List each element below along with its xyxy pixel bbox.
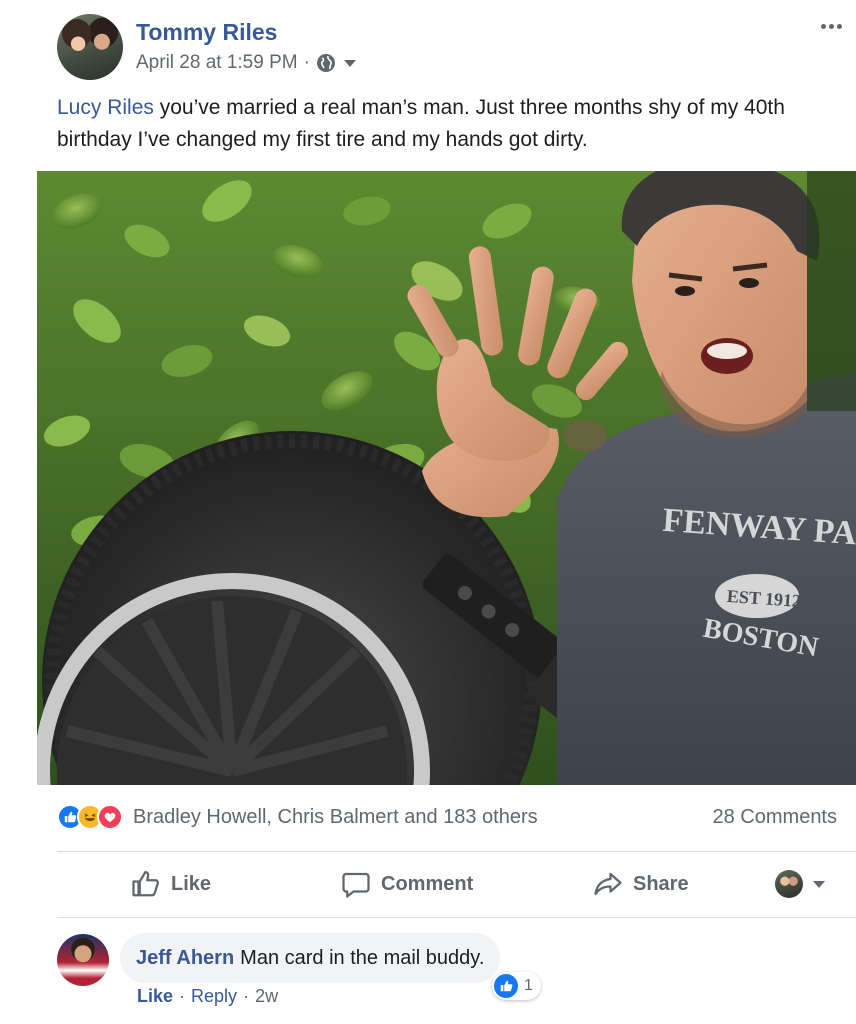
comment-bubble: Jeff Ahern Man card in the mail buddy. xyxy=(120,933,501,983)
divider-top xyxy=(57,851,856,852)
comment-reply-link[interactable]: Reply xyxy=(191,986,237,1007)
comments-count[interactable]: 28 Comments xyxy=(713,806,838,829)
share-button[interactable]: Share xyxy=(593,869,689,899)
current-user-avatar xyxy=(775,870,803,898)
post-meta: April 28 at 1:59 PM · xyxy=(136,52,356,74)
author-avatar[interactable] xyxy=(57,14,123,80)
post-photo[interactable]: FENWAY PARK EST 1912 BOSTON xyxy=(37,171,856,785)
comment-actions: Like · Reply · 2w xyxy=(137,986,278,1007)
mention-link[interactable]: Lucy Riles xyxy=(57,96,154,119)
divider-bottom xyxy=(57,917,856,918)
comment-button[interactable]: Comment xyxy=(341,869,473,899)
love-reaction-icon xyxy=(97,804,123,830)
share-arrow-icon xyxy=(594,872,622,896)
author-name[interactable]: Tommy Riles xyxy=(136,19,277,46)
globe-icon[interactable] xyxy=(316,53,336,73)
like-reaction-icon xyxy=(494,974,518,998)
commenter-name[interactable]: Jeff Ahern xyxy=(136,947,234,970)
comment-like-link[interactable]: Like xyxy=(137,986,173,1007)
reaction-icons[interactable] xyxy=(57,804,123,830)
meta-separator: · xyxy=(303,52,310,73)
comment-text: Man card in the mail buddy. xyxy=(240,946,485,969)
reaction-as-selector[interactable] xyxy=(775,870,825,898)
comment-reaction-badge[interactable]: 1 xyxy=(492,972,541,1000)
comment-label: Comment xyxy=(381,872,474,895)
thumbs-up-icon xyxy=(132,871,159,897)
privacy-dropdown-icon[interactable] xyxy=(343,59,356,67)
comment-time[interactable]: 2w xyxy=(255,986,278,1007)
reactions-summary: Bradley Howell, Chris Balmert and 183 ot… xyxy=(57,800,837,834)
comment-action-separator: · xyxy=(179,986,186,1006)
like-button[interactable]: Like xyxy=(131,869,211,899)
more-options-icon[interactable] xyxy=(815,16,847,36)
share-label: Share xyxy=(633,872,689,895)
post-text: Lucy Riles you’ve married a real man’s m… xyxy=(57,92,847,156)
comment-reaction-count: 1 xyxy=(524,977,533,994)
post-header: Tommy Riles April 28 at 1:59 PM · xyxy=(57,14,847,80)
reactors-list[interactable]: Bradley Howell, Chris Balmert and 183 ot… xyxy=(133,806,538,829)
like-label: Like xyxy=(171,872,212,895)
chevron-down-icon xyxy=(813,880,825,888)
post-body: you’ve married a real man’s man. Just th… xyxy=(57,96,785,151)
post-date[interactable]: April 28 at 1:59 PM xyxy=(136,52,298,74)
commenter-avatar[interactable] xyxy=(57,934,109,986)
post-actions: Like Comment Share xyxy=(57,858,856,910)
comment-icon xyxy=(342,872,370,898)
comment-action-separator: · xyxy=(243,986,250,1006)
